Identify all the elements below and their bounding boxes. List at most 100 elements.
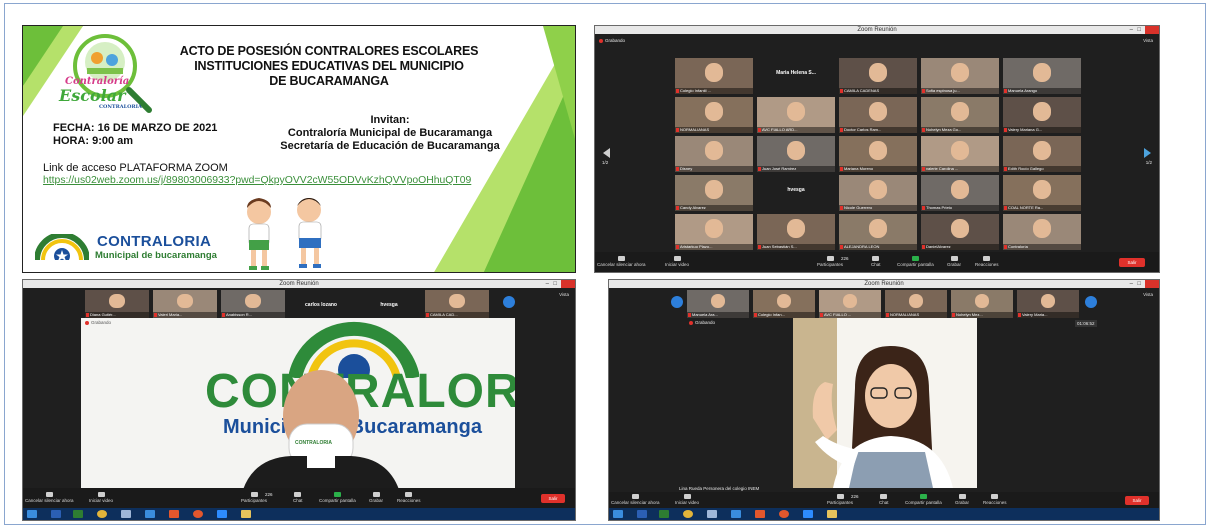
leave-button[interactable]: Salir [1125, 496, 1149, 505]
participant-tile[interactable]: Juan José Ramirez [757, 136, 835, 172]
reactions-button[interactable]: Reacciones [983, 494, 1007, 505]
participant-tile[interactable]: Colegio Infan... [753, 290, 815, 318]
leave-button[interactable]: Salir [1119, 258, 1145, 267]
prev-strip-icon[interactable] [671, 296, 683, 308]
folder-icon[interactable] [827, 510, 837, 518]
mute-button[interactable]: Cancelar silenciar ahora [25, 492, 74, 503]
next-strip-icon[interactable] [503, 296, 515, 308]
word-icon[interactable] [51, 510, 61, 518]
participant-tile[interactable]: AVC FIALLO ARD... [757, 97, 835, 133]
mute-button[interactable]: Cancelar silenciar ahora [597, 256, 646, 267]
participant-tile[interactable]: valerie Carolina ... [921, 136, 999, 172]
app-icon[interactable] [169, 510, 179, 518]
mail-icon[interactable] [145, 510, 155, 518]
participant-tile[interactable]: Valeri Maria... [153, 290, 217, 318]
participant-tile[interactable]: Nohelyn Meza Go... [921, 97, 999, 133]
participant-tile[interactable]: Manuela Ara... [687, 290, 749, 318]
participants-button[interactable]: Participantes [241, 492, 267, 503]
participant-tile[interactable]: Valery Mariana G... [1003, 97, 1081, 133]
participant-tile[interactable]: Mariana Moreno [839, 136, 917, 172]
close-icon[interactable] [561, 280, 575, 288]
excel-icon[interactable] [659, 510, 669, 518]
participant-tile[interactable]: Nohelyn Mez... [951, 290, 1013, 318]
reactions-button[interactable]: Reacciones [975, 256, 999, 267]
share-screen-button[interactable]: Compartir pantalla [905, 494, 942, 505]
windows-start-icon[interactable] [613, 510, 623, 518]
excel-icon[interactable] [73, 510, 83, 518]
maximize-icon[interactable]: □ [553, 281, 557, 287]
app-icon[interactable] [755, 510, 765, 518]
participant-tile[interactable]: Maria Helena S... [757, 58, 835, 94]
share-screen-button[interactable]: Compartir pantalla [319, 492, 356, 503]
participant-tile[interactable]: Contraloría [1003, 214, 1081, 250]
zoom-link[interactable]: https://us02web.zoom.us/j/89803006933?pw… [43, 175, 471, 186]
participant-tile[interactable]: ALEJANDRA LEON [839, 214, 917, 250]
folder-icon[interactable] [241, 510, 251, 518]
record-button[interactable]: Grabar [955, 494, 969, 505]
participant-tile[interactable]: Manuela Arango [1003, 58, 1081, 94]
video-button[interactable]: Iniciar video [89, 492, 113, 503]
record-button[interactable]: Grabar [947, 256, 961, 267]
prev-page-icon[interactable] [603, 148, 610, 158]
close-icon[interactable] [1145, 280, 1159, 288]
minimize-icon[interactable]: – [1130, 281, 1133, 287]
participant-tile[interactable]: NORMALIANAS [885, 290, 947, 318]
participant-tile[interactable]: NORMALIANAS [675, 97, 753, 133]
zoom-taskbar-icon[interactable] [217, 510, 227, 518]
chat-button[interactable]: Chat [871, 256, 881, 267]
record-button[interactable]: Grabar [369, 492, 383, 503]
participant-name-label: Nohelyn Meza Go... [921, 127, 999, 133]
participant-tile[interactable]: CAMILA CADENAS [839, 58, 917, 94]
chrome-icon[interactable] [683, 510, 693, 518]
view-button[interactable]: Vista [1143, 38, 1153, 43]
mail-icon[interactable] [731, 510, 741, 518]
participant-tile[interactable]: Valery Maria... [1017, 290, 1079, 318]
participant-tile[interactable]: Thomas Prieto [921, 175, 999, 211]
participant-tile[interactable]: Edith Rocío Gallego [1003, 136, 1081, 172]
participant-tile[interactable]: Colegio Infantil ... [675, 58, 753, 94]
participant-tile[interactable]: Doctor Carlos Ram... [839, 97, 917, 133]
participant-tile[interactable]: Sofia espinosa ju... [921, 58, 999, 94]
participants-button[interactable]: Participantes [827, 494, 853, 505]
next-page-icon[interactable] [1144, 148, 1151, 158]
maximize-icon[interactable]: □ [1137, 281, 1141, 287]
firefox-icon[interactable] [193, 510, 203, 518]
maximize-icon[interactable]: □ [1137, 27, 1141, 33]
participant-tile[interactable]: CAMILA CAD... [425, 290, 489, 318]
close-icon[interactable] [1145, 26, 1159, 34]
chrome-icon[interactable] [97, 510, 107, 518]
participant-tile[interactable]: COAL NORTE Ra... [1003, 175, 1081, 211]
participant-tile[interactable]: carlos lozano [289, 290, 353, 318]
participant-tile[interactable]: AVC FIALLO ... [819, 290, 881, 318]
participant-tile[interactable]: Candy Alvarez [675, 175, 753, 211]
windows-start-icon[interactable] [27, 510, 37, 518]
zoom-taskbar-icon[interactable] [803, 510, 813, 518]
participants-button[interactable]: Participantes [817, 256, 843, 267]
firefox-icon[interactable] [779, 510, 789, 518]
video-button[interactable]: Iniciar video [665, 256, 689, 267]
files-icon[interactable] [707, 510, 717, 518]
view-button[interactable]: Vista [559, 292, 569, 297]
participant-tile[interactable]: Aristarkuo Plazo... [675, 214, 753, 250]
mute-button[interactable]: Cancelar silenciar ahora [611, 494, 660, 505]
participant-tile[interactable]: Nicole Guerrero [839, 175, 917, 211]
minimize-icon[interactable]: – [546, 281, 549, 287]
participant-tile[interactable]: Diana Gutiér... [85, 290, 149, 318]
chat-button[interactable]: Chat [879, 494, 889, 505]
participant-tile[interactable]: DanielAlvarez [921, 214, 999, 250]
participant-tile[interactable]: hvesga [757, 175, 835, 211]
participant-tile[interactable]: Disney [675, 136, 753, 172]
participant-tile[interactable]: Juan Sebastián S... [757, 214, 835, 250]
participant-tile[interactable]: Anabisson R... [221, 290, 285, 318]
next-strip-icon[interactable] [1085, 296, 1097, 308]
participant-tile[interactable]: hvesga [357, 290, 421, 318]
leave-button[interactable]: Salir [541, 494, 565, 503]
video-button[interactable]: Iniciar video [675, 494, 699, 505]
chat-button[interactable]: Chat [293, 492, 303, 503]
files-icon[interactable] [121, 510, 131, 518]
share-screen-button[interactable]: Compartir pantalla [897, 256, 934, 267]
minimize-icon[interactable]: – [1130, 27, 1133, 33]
reactions-button[interactable]: Reacciones [397, 492, 421, 503]
view-button[interactable]: Vista [1143, 292, 1153, 297]
word-icon[interactable] [637, 510, 647, 518]
